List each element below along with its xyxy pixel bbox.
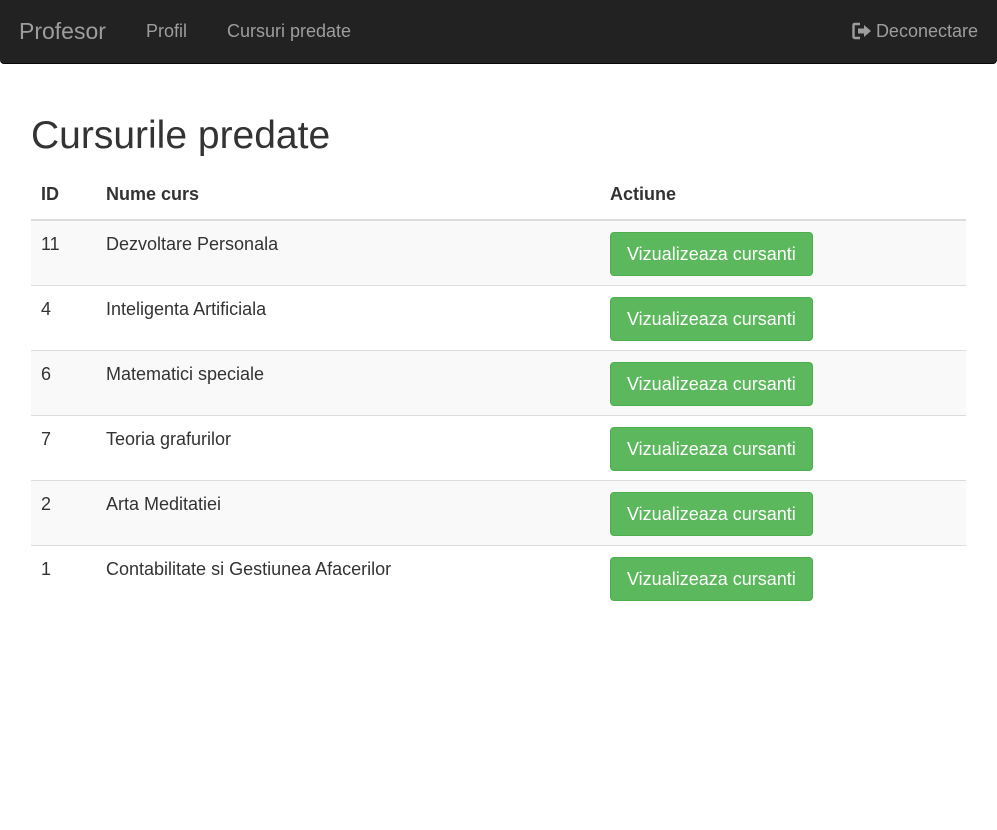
course-name: Teoria grafurilor <box>96 414 600 480</box>
logout-link[interactable]: Deconectare <box>852 20 978 42</box>
action-cell: Vizualizeaza cursanti <box>600 349 966 415</box>
view-students-button[interactable]: Vizualizeaza cursanti <box>610 491 813 536</box>
action-cell: Vizualizeaza cursanti <box>600 220 966 285</box>
course-name: Dezvoltare Personala <box>96 220 600 285</box>
view-students-button[interactable]: Vizualizeaza cursanti <box>610 232 813 276</box>
top-navbar: Profesor Profil Cursuri predate Deconect… <box>0 0 997 64</box>
action-cell: Vizualizeaza cursanti <box>600 284 966 350</box>
column-header-id: ID <box>31 170 96 221</box>
column-header-name: Nume curs <box>96 170 600 221</box>
view-students-button[interactable]: Vizualizeaza cursanti <box>610 361 813 406</box>
course-id: 6 <box>31 349 96 415</box>
logout-label: Deconectare <box>875 21 978 41</box>
course-name: Arta Meditatiei <box>96 479 600 545</box>
nav-link-profil[interactable]: Profil <box>146 20 187 42</box>
table-row: 11 Dezvoltare Personala Vizualizeaza cur… <box>31 220 966 285</box>
course-id: 7 <box>31 414 96 480</box>
table-row: 4 Inteligenta Artificiala Vizualizeaza c… <box>31 284 966 350</box>
table-header-row: ID Nume curs Actiune <box>31 170 966 221</box>
courses-table: ID Nume curs Actiune 11 Dezvoltare Perso… <box>31 170 966 610</box>
navbar-brand[interactable]: Profesor <box>19 17 106 45</box>
course-id: 4 <box>31 284 96 350</box>
view-students-button[interactable]: Vizualizeaza cursanti <box>610 296 813 341</box>
nav-link-cursuri-predate[interactable]: Cursuri predate <box>227 20 351 42</box>
page-title: Cursurile predate <box>31 114 331 157</box>
table-row: 1 Contabilitate si Gestiunea Afacerilor … <box>31 544 966 610</box>
course-id: 2 <box>31 479 96 545</box>
course-name: Matematici speciale <box>96 349 600 415</box>
course-id: 1 <box>31 544 96 610</box>
course-id: 11 <box>31 220 96 285</box>
course-name: Inteligenta Artificiala <box>96 284 600 350</box>
view-students-button[interactable]: Vizualizeaza cursanti <box>610 556 813 601</box>
logout-icon <box>852 22 872 40</box>
action-cell: Vizualizeaza cursanti <box>600 414 966 480</box>
action-cell: Vizualizeaza cursanti <box>600 544 966 610</box>
table-row: 7 Teoria grafurilor Vizualizeaza cursant… <box>31 414 966 480</box>
view-students-button[interactable]: Vizualizeaza cursanti <box>610 426 813 471</box>
table-row: 6 Matematici speciale Vizualizeaza cursa… <box>31 349 966 415</box>
course-name: Contabilitate si Gestiunea Afacerilor <box>96 544 600 610</box>
table-row: 2 Arta Meditatiei Vizualizeaza cursanti <box>31 479 966 545</box>
action-cell: Vizualizeaza cursanti <box>600 479 966 545</box>
column-header-action: Actiune <box>600 170 966 221</box>
